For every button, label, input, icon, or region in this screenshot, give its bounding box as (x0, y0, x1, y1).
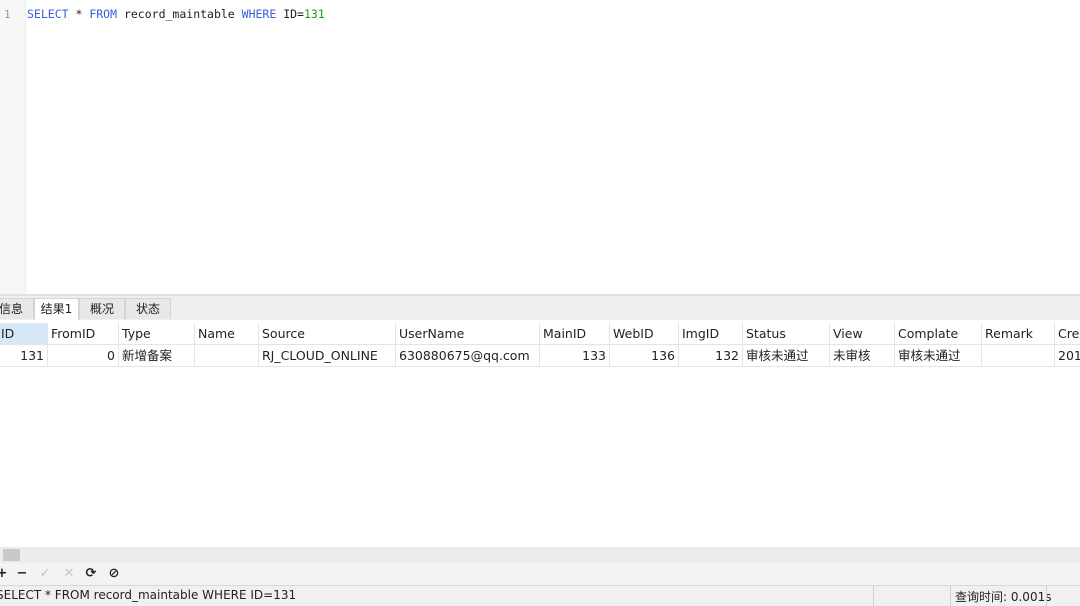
tab-info[interactable]: 信息 (0, 298, 34, 319)
column-header-view[interactable]: View (830, 323, 895, 345)
column-header-imgid[interactable]: ImgID (679, 323, 743, 345)
tab-profile[interactable]: 概况 (79, 298, 125, 319)
column-header-remark[interactable]: Remark (982, 323, 1055, 345)
token-id-condition: ID= (276, 7, 304, 21)
table-row[interactable]: 131 0 新增备案 RJ_CLOUD_ONLINE 630880675@qq.… (0, 345, 1080, 367)
column-header-name[interactable]: Name (195, 323, 259, 345)
cell-complate[interactable]: 审核未通过 (895, 345, 982, 367)
column-header-webid[interactable]: WebID (610, 323, 679, 345)
token-star: * (68, 7, 90, 21)
cell-username[interactable]: 630880675@qq.com (396, 345, 540, 367)
grid-toolbar: + − ✓ ✕ ⟳ ⊘ (0, 563, 1080, 585)
cell-imgid[interactable]: 132 (679, 345, 743, 367)
sql-editor[interactable]: 1 SELECT * FROM record_maintable WHERE I… (0, 0, 1080, 294)
cell-id[interactable]: 131 (0, 345, 48, 367)
token-table-name: record_maintable (117, 7, 242, 21)
status-divider (1046, 586, 1047, 606)
column-header-source[interactable]: Source (259, 323, 396, 345)
column-header-crea[interactable]: Crea (1055, 323, 1080, 345)
column-header-username[interactable]: UserName (396, 323, 540, 345)
scrollbar-thumb[interactable] (3, 549, 20, 561)
discard-changes-icon[interactable]: ✕ (61, 566, 77, 582)
refresh-icon[interactable]: ⟳ (83, 566, 99, 582)
line-number: 1 (4, 8, 11, 21)
add-row-icon[interactable]: + (0, 566, 10, 582)
cell-crea[interactable]: 2017 (1055, 345, 1080, 367)
cell-fromid[interactable]: 0 (48, 345, 119, 367)
status-bar: SELECT * FROM record_maintable WHERE ID=… (0, 585, 1080, 606)
line-number-gutter: 1 (0, 0, 26, 294)
column-header-complate[interactable]: Complate (895, 323, 982, 345)
cell-webid[interactable]: 136 (610, 345, 679, 367)
token-id-value: 131 (303, 7, 325, 21)
cell-source[interactable]: RJ_CLOUD_ONLINE (259, 345, 396, 367)
sql-code-line[interactable]: SELECT * FROM record_maintable WHERE ID=… (27, 7, 325, 21)
stop-icon[interactable]: ⊘ (106, 566, 122, 582)
column-header-type[interactable]: Type (119, 323, 195, 345)
result-tabs: 信息 结果1 概况 状态 (0, 296, 1080, 320)
cell-status[interactable]: 审核未通过 (743, 345, 830, 367)
column-header-mainid[interactable]: MainID (540, 323, 610, 345)
keyword-from: FROM (89, 7, 118, 21)
column-header-id[interactable]: ID (0, 323, 48, 345)
column-header-status[interactable]: Status (743, 323, 830, 345)
status-divider (873, 586, 874, 606)
cell-type[interactable]: 新增备案 (119, 345, 195, 367)
apply-changes-icon[interactable]: ✓ (37, 566, 53, 582)
result-grid[interactable]: ID FromID Type Name Source UserName Main… (0, 321, 1080, 547)
status-query-text: SELECT * FROM record_maintable WHERE ID=… (0, 588, 297, 602)
grid-header-row: ID FromID Type Name Source UserName Main… (0, 323, 1080, 345)
tab-result-1[interactable]: 结果1 (34, 298, 79, 320)
delete-row-icon[interactable]: − (14, 566, 30, 582)
cell-view[interactable]: 未审核 (830, 345, 895, 367)
cell-remark[interactable] (982, 345, 1055, 367)
status-divider (950, 586, 951, 606)
keyword-where: WHERE (241, 7, 277, 21)
cell-mainid[interactable]: 133 (540, 345, 610, 367)
cell-name[interactable] (195, 345, 259, 367)
horizontal-scrollbar[interactable] (0, 547, 1080, 563)
tab-status[interactable]: 状态 (125, 298, 171, 319)
status-query-time: 查询时间: 0.001s (955, 590, 1052, 604)
column-header-fromid[interactable]: FromID (48, 323, 119, 345)
keyword-select: SELECT (27, 7, 69, 21)
